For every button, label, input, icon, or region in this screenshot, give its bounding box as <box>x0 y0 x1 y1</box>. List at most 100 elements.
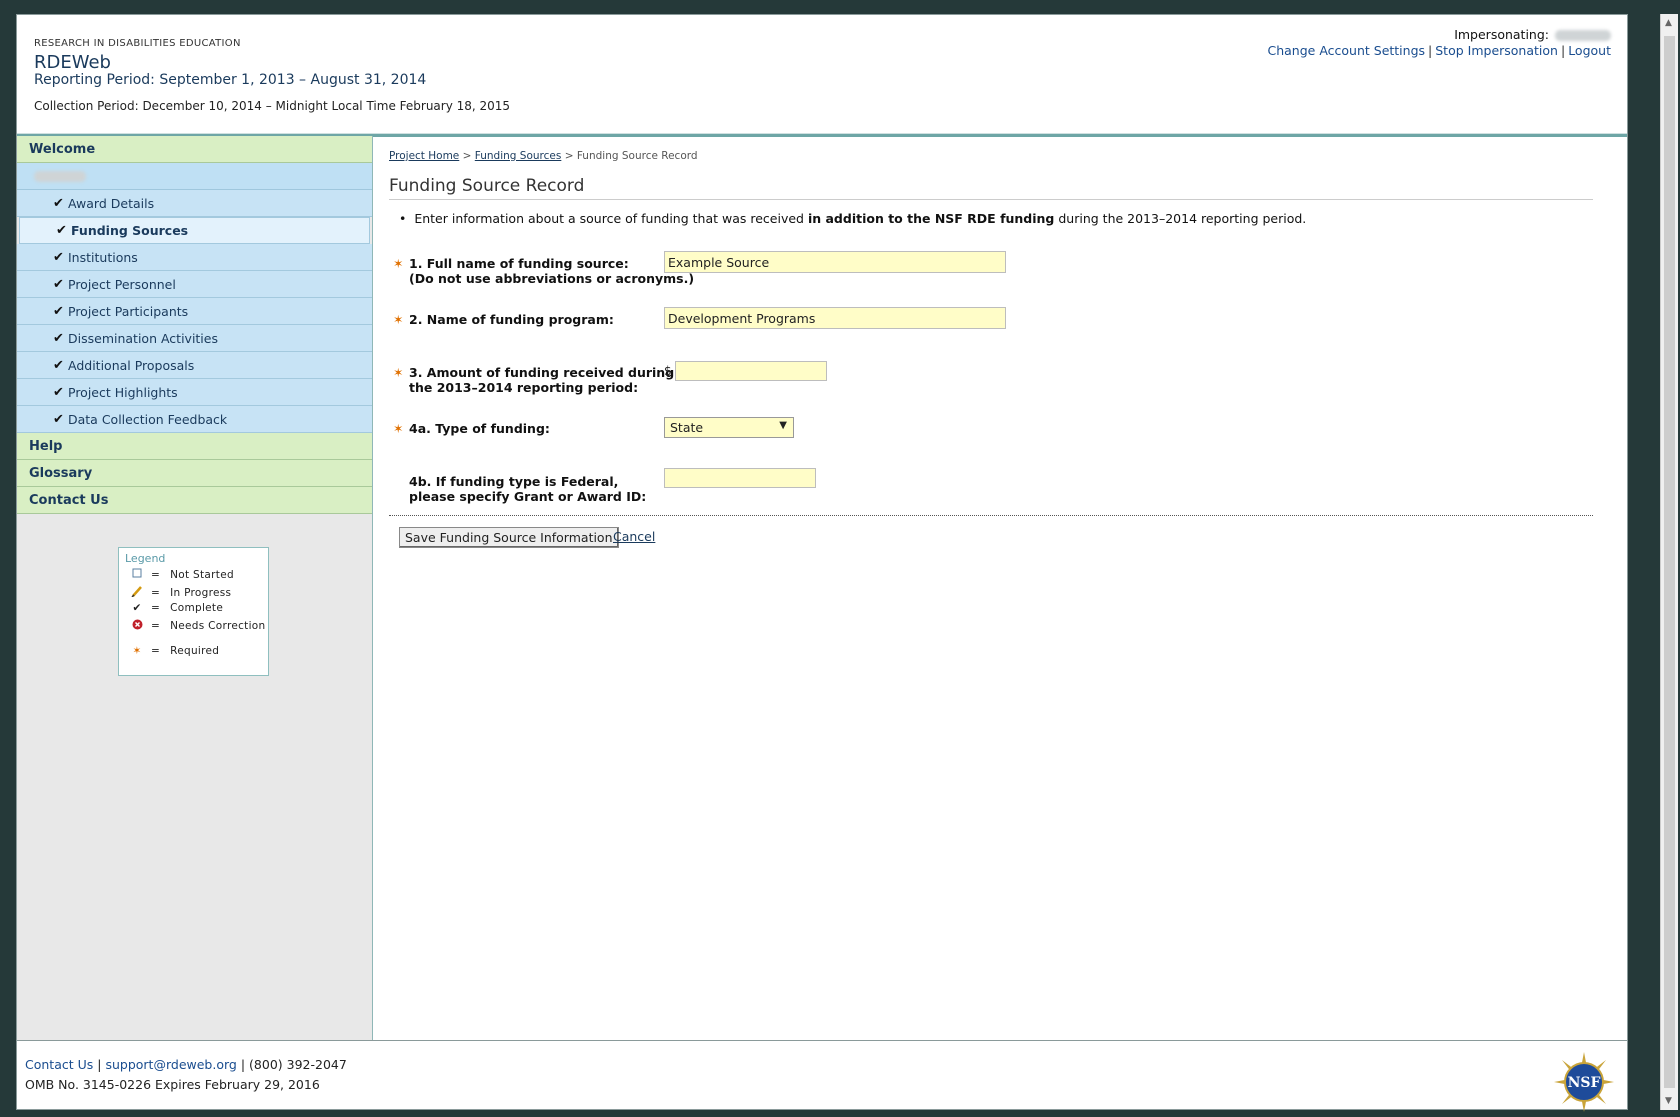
intro-text-start: Enter information about a source of fund… <box>414 211 808 226</box>
sidebar-item-award-details[interactable]: ✔ Award Details <box>17 190 372 217</box>
breadcrumb-separator: > <box>564 150 574 162</box>
legend-title: Legend <box>125 552 166 565</box>
omb-notice: OMB No. 3145-0226 Expires February 29, 2… <box>25 1077 320 1092</box>
required-asterisk-icon: ✶ <box>132 645 142 657</box>
footer-divider <box>17 1040 1627 1041</box>
sidebar-item-label: Additional Proposals <box>68 357 195 373</box>
funding-program-input[interactable] <box>664 307 1006 329</box>
instructions: • Enter information about a source of fu… <box>399 211 1306 226</box>
stop-impersonation-link[interactable]: Stop Impersonation <box>1435 43 1558 58</box>
legend-equals: = <box>151 620 161 632</box>
breadcrumb-separator: > <box>462 150 472 162</box>
intro-text-bold: in addition to the NSF RDE funding <box>807 211 1055 226</box>
legend-equals: = <box>151 568 161 581</box>
nsf-logo-text: NSF <box>1568 1075 1601 1091</box>
funding-amount-input[interactable] <box>675 361 827 381</box>
funding-type-select[interactable]: State ▼ <box>664 417 794 438</box>
app-title: RDEWeb <box>34 52 111 73</box>
pencil-icon <box>129 585 145 600</box>
field-3-label-line1: 3. Amount of funding received during <box>409 365 675 380</box>
breadcrumb-project-home[interactable]: Project Home <box>389 150 459 162</box>
change-account-settings-link[interactable]: Change Account Settings <box>1267 43 1425 58</box>
field-2-label: ✶ 2. Name of funding program: <box>393 312 614 327</box>
scroll-down-icon[interactable]: ▼ <box>1665 1096 1672 1106</box>
org-name: RESEARCH IN DISABILITIES EDUCATION <box>34 38 241 49</box>
sidebar-item-funding-sources[interactable]: ✔ Funding Sources <box>19 217 370 244</box>
legend-row-in-progress: = In Progress <box>129 585 231 600</box>
bullet: • <box>399 211 415 226</box>
sidebar-item-institutions[interactable]: ✔ Institutions <box>17 244 372 271</box>
nav-project-redacted[interactable] <box>17 163 372 190</box>
nav-contact-us[interactable]: Contact Us <box>17 487 372 514</box>
sidebar-item-project-highlights[interactable]: ✔ Project Highlights <box>17 379 372 406</box>
required-asterisk-icon: ✶ <box>393 421 404 436</box>
complete-check-icon: ✔ <box>53 330 64 346</box>
nsf-logo: NSF <box>1554 1052 1614 1112</box>
nav-glossary[interactable]: Glossary <box>17 460 372 487</box>
legend-row-not-started: = Not Started <box>129 568 234 581</box>
separator: | <box>1428 43 1433 58</box>
sidebar-item-additional-proposals[interactable]: ✔ Additional Proposals <box>17 352 372 379</box>
legend-label: Complete <box>170 602 224 614</box>
complete-check-icon: ✔ <box>53 249 64 265</box>
cancel-link[interactable]: Cancel <box>613 529 655 544</box>
logout-link[interactable]: Logout <box>1568 43 1611 58</box>
nav-help[interactable]: Help <box>17 433 372 460</box>
separator: | <box>97 1057 102 1072</box>
legend-equals: = <box>151 645 161 657</box>
page-title: Funding Source Record <box>389 176 1593 200</box>
complete-check-icon: ✔ <box>53 384 64 400</box>
footer-contact-line: Contact Us | support@rdeweb.org | (800) … <box>25 1055 347 1075</box>
sidebar-item-label: Institutions <box>68 249 138 265</box>
form-divider <box>389 515 1593 516</box>
complete-check-icon: ✔ <box>53 411 64 427</box>
complete-check-icon: ✔ <box>53 303 64 319</box>
scrollbar-thumb[interactable] <box>1664 36 1675 1088</box>
reporting-period: Reporting Period: September 1, 2013 – Au… <box>34 72 427 88</box>
sidebar-item-project-participants[interactable]: ✔ Project Participants <box>17 298 372 325</box>
sidebar-item-project-personnel[interactable]: ✔ Project Personnel <box>17 271 372 298</box>
field-4b-label: *4b. If funding type is Federal,please s… <box>393 474 646 504</box>
footer-contact-link[interactable]: Contact Us <box>25 1057 93 1072</box>
legend-equals: = <box>151 602 161 614</box>
footer-email-link[interactable]: support@rdeweb.org <box>105 1057 236 1072</box>
save-funding-source-button[interactable]: Save Funding Source Information <box>399 527 619 548</box>
legend-equals: = <box>151 586 161 599</box>
scroll-up-icon[interactable]: ▲ <box>1665 18 1672 28</box>
intro-text-end: during the 2013–2014 reporting period. <box>1054 211 1307 226</box>
account-links: Change Account Settings | Stop Impersonati… <box>1267 43 1611 59</box>
impersonated-user-redacted <box>1555 30 1611 41</box>
nav-welcome[interactable]: Welcome <box>17 136 372 163</box>
legend-row-needs-correction: = Needs Correction <box>129 619 265 633</box>
complete-check-icon: ✔ <box>53 357 64 373</box>
grant-award-id-input[interactable] <box>664 468 816 488</box>
sidebar-item-label: Project Participants <box>68 303 189 319</box>
sidebar-item-label: Project Highlights <box>68 384 178 400</box>
page-scrollbar[interactable]: ▲ ▼ <box>1660 14 1678 1110</box>
sidebar-item-label: Data Collection Feedback <box>68 411 228 427</box>
complete-check-icon: ✔ <box>53 276 64 292</box>
field-4b-label-line1: 4b. If funding type is Federal, <box>409 474 619 489</box>
legend-label: Required <box>170 645 220 657</box>
separator: | <box>240 1057 246 1072</box>
sidebar-item-label: Dissemination Activities <box>68 330 218 346</box>
funding-source-name-input[interactable] <box>664 251 1006 273</box>
sidebar-item-data-collection-feedback[interactable]: ✔ Data Collection Feedback <box>17 406 372 433</box>
account-area: Impersonating: Change Account Settings | S… <box>1267 27 1611 59</box>
sidebar-item-label: Project Personnel <box>68 276 176 292</box>
currency-symbol: $ <box>664 364 672 378</box>
sidebar-item-label: Funding Sources <box>71 223 189 238</box>
separator: | <box>1560 43 1566 58</box>
sidebar-item-dissemination-activities[interactable]: ✔ Dissemination Activities <box>17 325 372 352</box>
field-1-label: ✶ 1. Full name of funding source: (Do not … <box>393 256 694 286</box>
field-2-label-text: 2. Name of funding program: <box>409 312 614 327</box>
field-3-label-line2: the 2013–2014 reporting period: <box>409 380 639 395</box>
footer: Contact Us | support@rdeweb.org | (800) … <box>25 1055 347 1095</box>
not-started-icon <box>129 568 145 581</box>
header: RESEARCH IN DISABILITIES EDUCATION RDEWe… <box>17 15 1627 133</box>
field-1-label-line1: 1. Full name of funding source: <box>409 256 629 271</box>
status-legend: Legend = Not Started = In Progress ✔ = Comp… <box>118 547 269 676</box>
breadcrumb-funding-sources[interactable]: Funding Sources <box>475 150 562 162</box>
field-3-label: ✶ 3. Amount of funding received during the… <box>393 365 674 395</box>
required-asterisk-icon: ✶ <box>393 365 404 380</box>
